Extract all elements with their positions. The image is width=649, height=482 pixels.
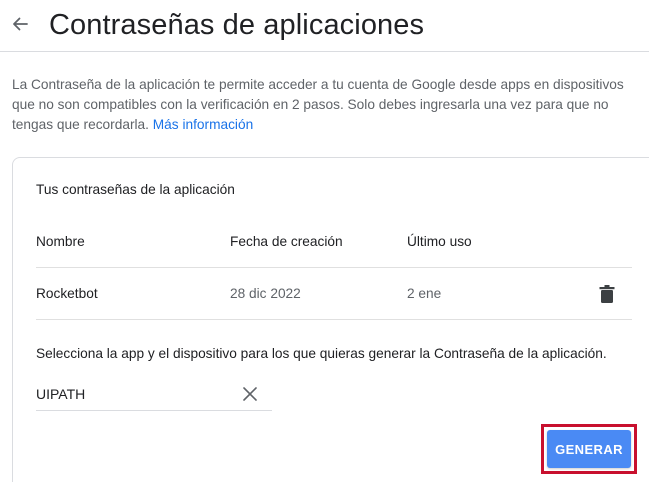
page-title: Contraseñas de aplicaciones: [49, 9, 425, 41]
generate-button[interactable]: GENERAR: [547, 430, 631, 468]
delete-password-button[interactable]: [598, 284, 616, 304]
app-name-field: [36, 382, 272, 411]
more-info-link[interactable]: Más información: [153, 117, 253, 132]
table-divider: [36, 267, 632, 268]
row-created-date: 28 dic 2022: [230, 286, 301, 301]
column-header-created: Fecha de creación: [230, 234, 343, 249]
clear-input-button[interactable]: [242, 386, 258, 402]
row-last-used: 2 ene: [407, 286, 442, 301]
app-name-input[interactable]: [36, 386, 226, 402]
row-name: Rocketbot: [36, 286, 98, 301]
column-header-last-used: Último uso: [407, 234, 472, 249]
page-header: Contraseñas de aplicaciones: [0, 0, 649, 52]
arrow-left-icon: [13, 17, 28, 31]
trash-icon: [599, 285, 615, 303]
card-title: Tus contraseñas de la aplicación: [36, 182, 235, 197]
column-header-name: Nombre: [36, 234, 85, 249]
back-button[interactable]: [10, 14, 30, 34]
description-body: La Contraseña de la aplicación te permit…: [12, 77, 624, 132]
table-divider: [36, 319, 632, 320]
description-text: La Contraseña de la aplicación te permit…: [12, 75, 642, 135]
app-passwords-page: Contraseñas de aplicaciones La Contraseñ…: [0, 0, 649, 482]
close-icon: [243, 387, 257, 401]
select-app-label: Selecciona la app y el dispositivo para …: [36, 346, 607, 361]
